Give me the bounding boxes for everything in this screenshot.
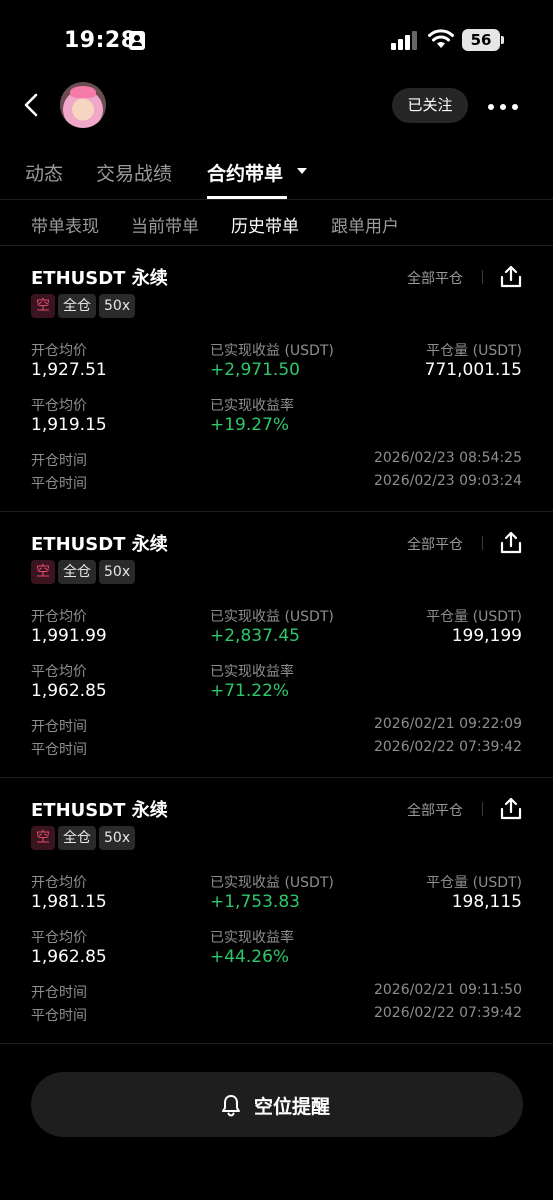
- close-all-label: 全部平仓: [407, 271, 463, 287]
- subtab-current[interactable]: 当前带单: [131, 212, 199, 237]
- tab-activity[interactable]: 动态: [25, 159, 63, 186]
- pnl-rate-value: +19.27%: [210, 415, 290, 435]
- close-avg-value: 1,919.15: [31, 415, 107, 435]
- open-time-label: 开仓时间: [31, 719, 87, 735]
- close-time-value: 2026/02/23 09:03:24: [373, 473, 522, 489]
- pnl-value: +2,837.45: [210, 626, 300, 646]
- open-avg-value: 1,981.15: [31, 892, 107, 912]
- pnl-rate-label: 已实现收益率: [210, 664, 294, 680]
- open-avg-label: 开仓均价: [31, 343, 87, 359]
- subtab-history[interactable]: 历史带单: [231, 212, 299, 237]
- divider: [482, 802, 483, 816]
- close-time-value: 2026/02/22 07:39:42: [373, 739, 522, 755]
- leverage-badge: 50x: [99, 826, 136, 850]
- status-time: 19:28: [64, 28, 137, 53]
- wifi-icon: [428, 29, 454, 48]
- tab-copy-trading[interactable]: 合约带单: [207, 159, 283, 186]
- empty-position-alert-button[interactable]: 空位提醒: [31, 1072, 523, 1137]
- pnl-label: 已实现收益 (USDT): [210, 343, 334, 359]
- profile-header: 已关注: [0, 80, 553, 132]
- open-avg-label: 开仓均价: [31, 875, 87, 891]
- battery-indicator: 56: [462, 29, 504, 51]
- share-icon[interactable]: [498, 796, 524, 822]
- pnl-value: +2,971.50: [210, 360, 300, 380]
- status-bar: 19:28 56: [0, 0, 553, 80]
- divider: [482, 536, 483, 550]
- avatar[interactable]: [60, 82, 106, 128]
- open-time-value: 2026/02/21 09:11:50: [373, 982, 522, 998]
- close-amount-value: 198,115: [451, 892, 522, 912]
- close-time-label: 平仓时间: [31, 1008, 87, 1024]
- pnl-rate-value: +44.26%: [210, 947, 290, 967]
- bell-icon: [222, 1095, 240, 1117]
- share-icon[interactable]: [498, 530, 524, 556]
- open-time-value: 2026/02/23 08:54:25: [373, 450, 522, 466]
- pnl-label: 已实现收益 (USDT): [210, 875, 334, 891]
- close-amount-label: 平仓量 (USDT): [426, 343, 522, 359]
- open-avg-label: 开仓均价: [31, 609, 87, 625]
- close-amount-value: 771,001.15: [424, 360, 522, 380]
- open-time-value: 2026/02/21 09:22:09: [373, 716, 522, 732]
- divider: [482, 270, 483, 284]
- pnl-rate-label: 已实现收益率: [210, 398, 294, 414]
- cellular-signal-icon: [391, 30, 419, 50]
- close-time-label: 平仓时间: [31, 476, 87, 492]
- open-avg-value: 1,991.99: [31, 626, 107, 646]
- share-icon[interactable]: [498, 264, 524, 290]
- close-amount-label: 平仓量 (USDT): [426, 609, 522, 625]
- close-avg-label: 平仓均价: [31, 398, 87, 414]
- back-chevron-icon[interactable]: [18, 90, 48, 120]
- leverage-badge: 50x: [99, 560, 136, 584]
- tab-trading-record[interactable]: 交易战绩: [96, 159, 172, 186]
- dropdown-caret-icon[interactable]: [297, 168, 307, 174]
- position-tags: 空全仓 50x: [31, 826, 138, 850]
- position-symbol: ETHUSDT 永续: [31, 800, 168, 821]
- margin-mode-badge: 全仓: [58, 826, 96, 850]
- position-symbol: ETHUSDT 永续: [31, 268, 168, 289]
- close-all-label: 全部平仓: [407, 803, 463, 819]
- close-time-value: 2026/02/22 07:39:42: [373, 1005, 522, 1021]
- contact-card-icon: [129, 31, 145, 50]
- subtab-performance[interactable]: 带单表现: [31, 212, 99, 237]
- close-avg-label: 平仓均价: [31, 664, 87, 680]
- close-amount-value: 199,199: [451, 626, 522, 646]
- pnl-rate-label: 已实现收益率: [210, 930, 294, 946]
- position-symbol: ETHUSDT 永续: [31, 534, 168, 555]
- pnl-label: 已实现收益 (USDT): [210, 609, 334, 625]
- open-time-label: 开仓时间: [31, 985, 87, 1001]
- side-badge: 空: [31, 826, 55, 850]
- sub-tabs: 带单表现 当前带单 历史带单 跟单用户: [0, 200, 553, 246]
- main-tabs: 动态 交易战绩 合约带单: [0, 150, 553, 200]
- position-tags: 空全仓 50x: [31, 560, 138, 584]
- active-tab-indicator: [207, 196, 287, 199]
- open-avg-value: 1,927.51: [31, 360, 107, 380]
- side-badge: 空: [31, 560, 55, 584]
- position-card[interactable]: ETHUSDT 永续 全部平仓 空全仓 50x 开仓均价 1,927.51 已实现…: [0, 246, 553, 512]
- open-time-label: 开仓时间: [31, 453, 87, 469]
- subtab-followers[interactable]: 跟单用户: [331, 212, 399, 237]
- position-tags: 空全仓 50x: [31, 294, 138, 318]
- pnl-value: +1,753.83: [210, 892, 300, 912]
- margin-mode-badge: 全仓: [58, 294, 96, 318]
- alert-button-label: 空位提醒: [254, 1096, 331, 1118]
- side-badge: 空: [31, 294, 55, 318]
- close-amount-label: 平仓量 (USDT): [426, 875, 522, 891]
- position-card[interactable]: ETHUSDT 永续 全部平仓 空全仓 50x 开仓均价 1,991.99 已实现…: [0, 512, 553, 778]
- leverage-badge: 50x: [99, 294, 136, 318]
- pnl-rate-value: +71.22%: [210, 681, 290, 701]
- close-avg-value: 1,962.85: [31, 681, 107, 701]
- close-all-label: 全部平仓: [407, 537, 463, 553]
- close-avg-label: 平仓均价: [31, 930, 87, 946]
- position-card[interactable]: ETHUSDT 永续 全部平仓 空全仓 50x 开仓均价 1,981.15 已实现…: [0, 778, 553, 1044]
- close-time-label: 平仓时间: [31, 742, 87, 758]
- follow-button[interactable]: 已关注: [392, 88, 468, 123]
- more-options-icon[interactable]: [486, 94, 520, 118]
- close-avg-value: 1,962.85: [31, 947, 107, 967]
- margin-mode-badge: 全仓: [58, 560, 96, 584]
